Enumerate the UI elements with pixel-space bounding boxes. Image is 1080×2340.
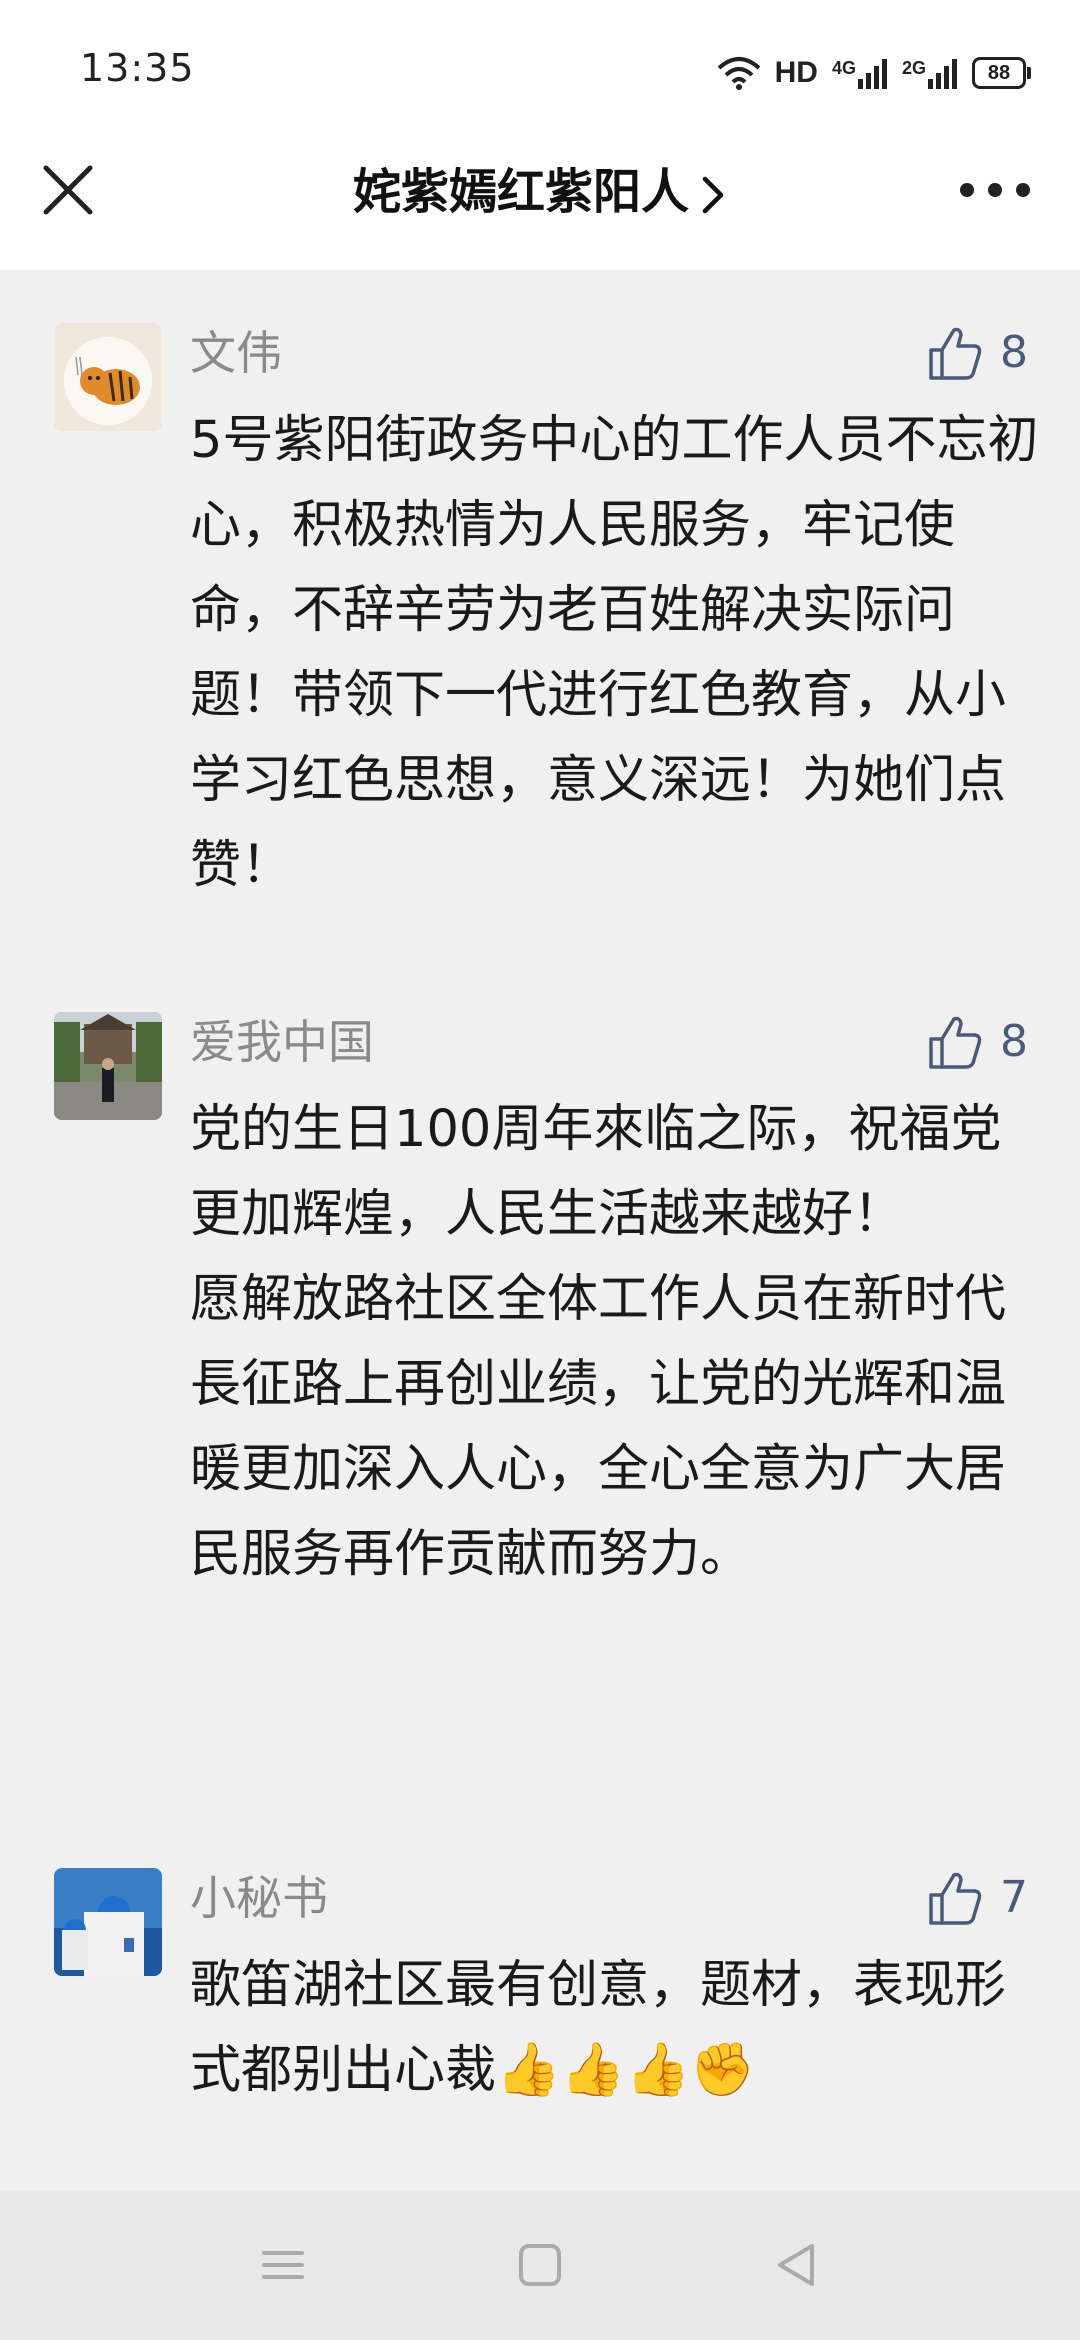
thumbs-up-icon	[929, 327, 982, 380]
comment-text: 党的生日100周年來临之际，祝福党更加辉煌，人民生活越来越好！ 愿解放路社区全体…	[190, 1100, 1007, 1584]
back-triangle-icon	[778, 2244, 814, 2286]
commenter-name: 文伟	[190, 326, 282, 380]
person-avatar-icon	[54, 1012, 162, 1120]
signal-icon	[857, 59, 887, 89]
page-title: 姹紫嫣红紫阳人	[352, 164, 689, 220]
like-count: 7	[1000, 1872, 1028, 1923]
tiger-avatar-icon	[54, 323, 162, 431]
thumbs-up-icon	[929, 1016, 982, 1069]
more-icon-dot	[960, 183, 974, 197]
more-button[interactable]	[960, 175, 1030, 205]
like-button[interactable]: 8	[926, 323, 1028, 383]
signal-2g: 2G	[902, 57, 958, 89]
hd-label: HD	[774, 56, 818, 89]
4g-label: 4G	[831, 58, 856, 78]
avatar[interactable]	[54, 1868, 162, 1976]
system-nav-bar	[0, 2190, 1080, 2340]
home-square-icon	[519, 2244, 561, 2286]
like-button[interactable]: 8	[926, 1012, 1028, 1072]
comment-text: 5号紫阳街政务中心的工作人员不忘初心，积极热情为人民服务，牢记使命，不辞辛劳为老…	[190, 411, 1039, 895]
like-count: 8	[1000, 327, 1028, 378]
home-button[interactable]	[515, 2240, 565, 2294]
status-icons: HD 4G 2G 88	[717, 50, 1031, 96]
santorini-avatar-icon	[54, 1868, 162, 1976]
wifi-icon	[717, 57, 760, 90]
commenter-name: 小秘书	[190, 1871, 328, 1925]
more-icon-dot	[1016, 183, 1030, 197]
battery-icon: 88	[972, 57, 1031, 89]
signal-icon	[928, 59, 957, 89]
page-title-link[interactable]: 姹紫嫣红紫阳人	[0, 152, 1080, 222]
like-button[interactable]: 7	[926, 1868, 1028, 1928]
menu-button[interactable]	[258, 2240, 308, 2294]
status-time: 13:35	[80, 46, 195, 90]
commenter-name: 爱我中国	[190, 1015, 374, 1069]
avatar[interactable]	[54, 323, 162, 431]
signal-4g: 4G	[832, 57, 888, 89]
emoji-group: 👍👍👍✊	[496, 2040, 755, 2100]
avatar[interactable]	[54, 1012, 162, 1120]
back-button[interactable]	[772, 2240, 822, 2294]
comment-text: 歌笛湖社区最有创意，题材，表现形式都别出心裁👍👍👍✊	[190, 1943, 1040, 2113]
thumbs-up-icon	[929, 1872, 982, 1925]
menu-icon	[262, 2251, 304, 2279]
status-bar: 13:35 HD 4G 2G 88	[0, 0, 1080, 145]
like-count: 8	[1000, 1016, 1028, 1067]
more-icon-dot	[988, 183, 1002, 197]
2g-label: 2G	[901, 58, 926, 78]
chevron-right-icon	[702, 176, 724, 214]
